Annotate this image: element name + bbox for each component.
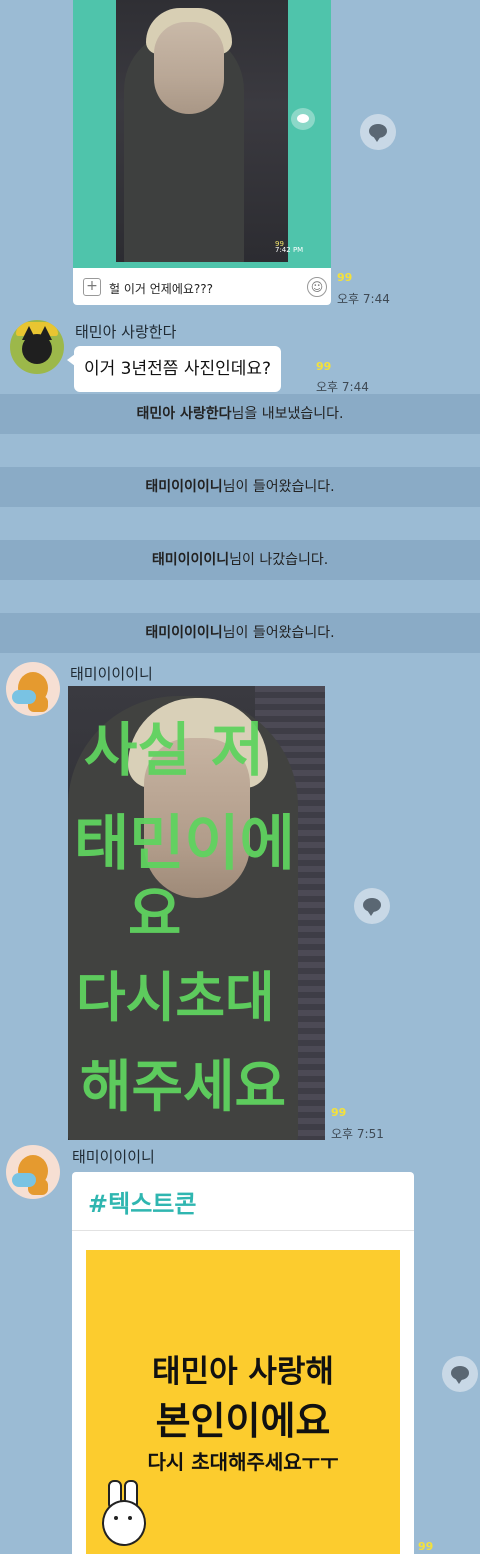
image-message-1[interactable]: 99 7:42 PM <box>73 0 331 268</box>
emoji-icon[interactable]: ☺ <box>307 277 327 297</box>
message-time: 오후 7:51 <box>331 1127 384 1141</box>
handwriting-line: 태민이에 <box>74 809 295 879</box>
textcon-image: 태민아 사랑해 본인이에요 다시 초대해주세요ㅜㅜ <box>86 1250 400 1554</box>
system-notice: 태미이이이니님이 나갔습니다. <box>0 540 480 580</box>
message-time: 오후 7:44 <box>337 292 390 306</box>
textcon-line: 본인이에요 <box>155 1399 331 1443</box>
system-notice: 태민아 사랑한다님을 내보냈습니다. <box>0 394 480 434</box>
message-time: 오후 7:44 <box>316 380 369 394</box>
bunny-icon <box>100 1480 146 1550</box>
reply-input-bar[interactable]: + 헐 이거 언제에요??? ☺ <box>73 268 331 305</box>
speech-bubble-icon <box>291 108 315 130</box>
system-notice: 태미이이이니님이 들어왔습니다. <box>0 613 480 653</box>
image-message-2[interactable]: 사실 저 태민이에 요 다시초대 해주세요 <box>68 686 325 1140</box>
text-message-bubble[interactable]: 이거 3년전쯤 사진인데요? <box>66 346 282 392</box>
unread-count: 99 <box>331 1106 347 1119</box>
textcon-line: 다시 초대해주세요ㅜㅜ <box>147 1450 339 1474</box>
share-icon[interactable] <box>354 888 390 924</box>
handwriting-line: 요 <box>128 880 181 948</box>
sender-name: 태민아 사랑한다 <box>75 323 177 341</box>
handwriting-overlay: 사실 저 태민이에 요 다시초대 해주세요 <box>74 716 295 1120</box>
textcon-card[interactable]: #텍스트콘 태민아 사랑해 본인이에요 다시 초대해주세요ㅜㅜ <box>72 1172 414 1554</box>
textcon-line: 태민아 사랑해 <box>152 1354 334 1390</box>
image-timestamp: 7:42 PM <box>275 246 304 254</box>
plus-icon[interactable]: + <box>83 278 101 296</box>
photo-selfie <box>116 0 288 262</box>
share-icon[interactable] <box>442 1356 478 1392</box>
system-notice: 태미이이이니님이 들어왔습니다. <box>0 467 480 507</box>
avatar[interactable] <box>10 320 64 374</box>
reply-text: 헐 이거 언제에요??? <box>109 282 214 296</box>
avatar[interactable] <box>6 1145 60 1199</box>
unread-count: 99 <box>337 271 353 284</box>
sender-name: 태미이이이니 <box>70 665 153 683</box>
handwriting-line: 다시초대 <box>76 966 275 1029</box>
unread-count: 99 <box>316 360 332 373</box>
sender-name: 태미이이이니 <box>72 1148 155 1166</box>
unread-count: 99 <box>418 1540 434 1553</box>
avatar[interactable] <box>6 662 60 716</box>
textcon-tag[interactable]: #텍스트콘 <box>88 1184 196 1219</box>
share-icon[interactable] <box>360 114 396 150</box>
handwriting-line: 사실 저 <box>84 716 264 784</box>
handwriting-line: 해주세요 <box>80 1055 286 1120</box>
